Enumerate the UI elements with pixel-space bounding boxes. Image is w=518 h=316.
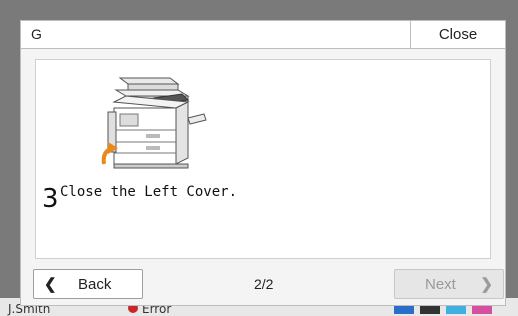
back-label: Back <box>78 276 112 293</box>
chevron-right-icon: ❯ <box>480 276 493 293</box>
printer-illustration <box>42 68 260 180</box>
instruction-text: Close the Left Cover. <box>60 184 238 200</box>
instruction-dialog: G Close 3 Close the Left Cover. ❮ Back 2… <box>20 20 506 306</box>
next-button[interactable]: Next ❯ <box>394 269 504 299</box>
close-button[interactable]: Close <box>410 21 505 48</box>
page-indicator: 2/2 <box>254 276 274 292</box>
chevron-left-icon: ❮ <box>44 276 57 293</box>
dialog-title: G <box>31 26 42 42</box>
dialog-footer: ❮ Back 2/2 Next ❯ <box>21 269 505 305</box>
instruction-panel: 3 Close the Left Cover. <box>35 59 491 259</box>
step-number: 3 <box>42 184 59 214</box>
dialog-header: G Close <box>21 21 505 49</box>
back-button[interactable]: ❮ Back <box>33 269 143 299</box>
next-label: Next <box>425 276 456 293</box>
